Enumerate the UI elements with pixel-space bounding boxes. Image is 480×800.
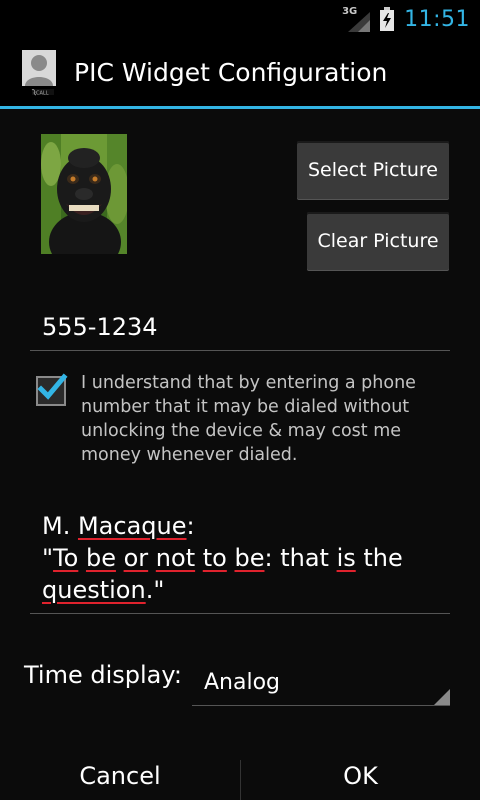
ok-button[interactable]: OK: [241, 752, 480, 800]
contact-app-icon: CALL: [22, 50, 56, 97]
message-text: [148, 544, 156, 572]
message-text: To: [53, 544, 79, 572]
cancel-button[interactable]: Cancel: [0, 752, 240, 800]
message-text: .": [145, 576, 165, 604]
spinner-underline: [192, 705, 450, 706]
message-field[interactable]: M. Macaque: "To be or not to be: that is…: [42, 510, 462, 606]
message-text: : that: [264, 544, 337, 572]
consent-text: I understand that by entering a phone nu…: [81, 373, 416, 465]
message-text: ": [42, 544, 54, 572]
status-bar: 3G 11:51: [0, 0, 480, 38]
message-text: be: [85, 544, 116, 572]
phone-number-field[interactable]: 555-1234: [42, 313, 158, 341]
time-display-label: Time display:: [24, 661, 182, 689]
phone-field-underline: [30, 350, 450, 351]
message-field-underline: [30, 613, 450, 614]
clear-picture-button[interactable]: Clear Picture: [307, 212, 449, 270]
message-text: question: [42, 576, 146, 604]
clock: 11:51: [404, 6, 470, 32]
dialog-button-bar: Cancel OK: [0, 752, 480, 800]
message-text: to: [202, 544, 227, 572]
title-divider: [0, 106, 480, 109]
dropdown-arrow-icon: [434, 689, 450, 705]
check-icon: [37, 373, 68, 400]
message-text: [78, 544, 86, 572]
battery-charging-icon: [380, 7, 395, 31]
message-text: not: [155, 544, 196, 572]
select-picture-button[interactable]: Select Picture: [297, 141, 449, 199]
consent-checkbox[interactable]: [36, 373, 68, 406]
message-text: [116, 544, 124, 572]
message-text: is: [336, 544, 356, 572]
message-text: M.: [42, 512, 78, 540]
message-text: :: [186, 512, 195, 540]
message-text: or: [123, 544, 149, 572]
time-display-value: Analog: [204, 670, 281, 695]
selected-picture-thumbnail[interactable]: [41, 134, 127, 254]
signal-icon: 3G: [342, 6, 371, 32]
message-text: the: [355, 544, 403, 572]
svg-text:CALL: CALL: [36, 91, 49, 97]
page-title: PIC Widget Configuration: [74, 58, 388, 87]
message-text: Macaque: [77, 512, 187, 540]
action-bar: CALL PIC Widget Configuration: [0, 38, 480, 106]
time-display-spinner[interactable]: Analog: [192, 664, 450, 706]
message-text: [195, 544, 203, 572]
message-text: be: [234, 544, 265, 572]
